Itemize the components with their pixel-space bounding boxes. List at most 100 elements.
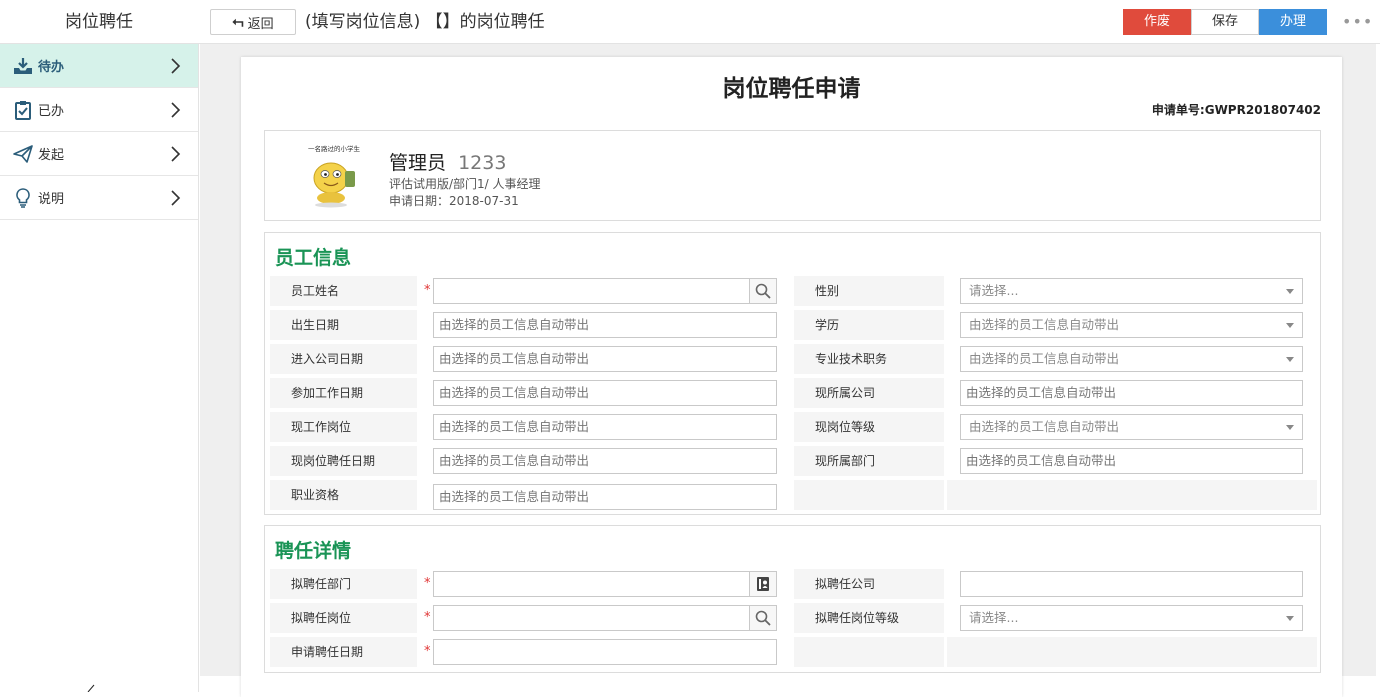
current-position-input[interactable]: 由选择的员工信息自动带出 [433, 414, 777, 440]
field-label: 职业资格 [270, 480, 417, 510]
form-row: 现工作岗位 由选择的员工信息自动带出 现岗位等级 由选择的员工信息自动带出 [270, 412, 1317, 442]
empty-cell [947, 480, 1317, 510]
form-row: 拟聘任岗位 * 拟聘任岗位等级 请选择... [270, 603, 1317, 633]
field-label: 现所属公司 [794, 378, 944, 408]
application-number: 申请单号:GWPR201807402 [1151, 103, 1321, 117]
select-placeholder: 请选择... [969, 610, 1019, 625]
field-label: 拟聘任岗位 [270, 603, 417, 633]
empty-cell [947, 637, 1317, 667]
empty-cell [794, 637, 944, 667]
back-button[interactable]: ⮢ 返回 [210, 9, 296, 35]
applicant-name-line: 管理员 1233 [389, 148, 506, 175]
handle-button[interactable]: 办理 [1259, 9, 1327, 35]
current-dept-input[interactable]: 由选择的员工信息自动带出 [960, 448, 1303, 474]
empty-cell [794, 480, 944, 510]
sidebar: 待办 已办 发起 说明 [0, 44, 199, 692]
section-title: 员工信息 [275, 247, 352, 269]
search-icon [755, 610, 771, 626]
app-title: 岗位聘任 [65, 12, 133, 32]
field-label: 参加工作日期 [270, 378, 417, 408]
back-button-label: 返回 [247, 16, 274, 32]
select-placeholder: 由选择的员工信息自动带出 [969, 317, 1120, 332]
sidebar-item-done[interactable]: 已办 [0, 88, 198, 132]
chevron-right-icon [171, 190, 181, 206]
form-row: 拟聘任部门 * 拟聘任公司 [270, 569, 1317, 599]
more-options-button[interactable]: ••• [1342, 9, 1372, 35]
select-placeholder: 请选择... [969, 283, 1019, 298]
chevron-right-icon [171, 146, 181, 162]
void-button[interactable]: 作废 [1123, 9, 1191, 35]
sidebar-item-label: 发起 [38, 148, 65, 163]
field-label: 拟聘任部门 [270, 569, 417, 599]
sidebar-item-help[interactable]: 说明 [0, 176, 198, 220]
apply-date-input[interactable] [433, 639, 777, 665]
field-label: 进入公司日期 [270, 344, 417, 374]
back-arrow-icon: ⮢ [232, 14, 244, 30]
form-row: 员工姓名 * 性别 请选择... [270, 276, 1317, 306]
field-label: 现岗位聘任日期 [270, 446, 417, 476]
search-icon [755, 283, 771, 299]
dropdown-caret-icon [1286, 616, 1294, 621]
form-row: 职业资格 由选择的员工信息自动带出 [270, 480, 1317, 510]
applicant-id: 1233 [458, 152, 507, 174]
sidebar-item-label: 待办 [38, 60, 65, 75]
mouse-cursor-icon [87, 684, 95, 692]
qualification-input[interactable]: 由选择的员工信息自动带出 [433, 484, 777, 510]
application-date: 申请日期：2018-07-31 [389, 194, 519, 208]
position-search-button[interactable] [749, 606, 776, 630]
current-company-input[interactable]: 由选择的员工信息自动带出 [960, 380, 1303, 406]
gender-select[interactable]: 请选择... [960, 278, 1303, 304]
target-position-input[interactable] [433, 605, 777, 631]
dept-picker-button[interactable] [749, 572, 776, 596]
employee-name-input[interactable] [433, 278, 777, 304]
sidebar-item-label: 已办 [38, 104, 65, 119]
field-label: 拟聘任岗位等级 [794, 603, 944, 633]
sidebar-item-label: 说明 [38, 192, 65, 207]
field-label: 出生日期 [270, 310, 417, 340]
current-level-select[interactable]: 由选择的员工信息自动带出 [960, 414, 1303, 440]
clipboard-check-icon [12, 99, 34, 121]
section-title: 聘任详情 [275, 540, 352, 562]
birth-date-input[interactable]: 由选择的员工信息自动带出 [433, 312, 777, 338]
top-bar: 岗位聘任 ⮢ 返回 (填写岗位信息) 【】的岗位聘任 作废 保存 办理 ••• [0, 0, 1380, 44]
chevron-right-icon [171, 58, 181, 74]
applicant-name: 管理员 [389, 152, 447, 174]
paper-plane-icon [12, 143, 34, 165]
field-label: 申请聘任日期 [270, 637, 417, 667]
sidebar-item-todo[interactable]: 待办 [0, 44, 198, 88]
select-placeholder: 由选择的员工信息自动带出 [969, 419, 1120, 434]
target-dept-input[interactable] [433, 571, 777, 597]
required-mark: * [424, 644, 431, 659]
current-hire-date-input[interactable]: 由选择的员工信息自动带出 [433, 448, 777, 474]
field-label: 专业技术职务 [794, 344, 944, 374]
education-select[interactable]: 由选择的员工信息自动带出 [960, 312, 1303, 338]
action-buttons: 作废 保存 办理 [1123, 9, 1327, 35]
field-label: 性别 [794, 276, 944, 306]
employee-info-section: 员工信息 员工姓名 * 性别 请选择... 出生日期 由选择的员工信息自动带出 … [264, 232, 1321, 515]
sidebar-item-start[interactable]: 发起 [0, 132, 198, 176]
hire-detail-section: 聘任详情 拟聘任部门 * 拟聘任公司 拟聘任岗位 * 拟聘任岗位等级 请选择..… [264, 525, 1321, 673]
chevron-right-icon [171, 102, 181, 118]
required-mark: * [424, 576, 431, 591]
target-level-select[interactable]: 请选择... [960, 605, 1303, 631]
form-row: 参加工作日期 由选择的员工信息自动带出 现所属公司 由选择的员工信息自动带出 [270, 378, 1317, 408]
join-date-input[interactable]: 由选择的员工信息自动带出 [433, 346, 777, 372]
dropdown-caret-icon [1286, 289, 1294, 294]
field-label: 拟聘任公司 [794, 569, 944, 599]
employee-search-button[interactable] [749, 279, 776, 303]
scrollbar-track[interactable] [1376, 44, 1380, 676]
save-button[interactable]: 保存 [1191, 9, 1259, 35]
address-book-icon [757, 577, 769, 591]
field-label: 现岗位等级 [794, 412, 944, 442]
form-row: 现岗位聘任日期 由选择的员工信息自动带出 现所属部门 由选择的员工信息自动带出 [270, 446, 1317, 476]
applicant-card: 一名路过的小学生 管理员 1233 评估试用版/部门1/ 人事经理 申请日期：2… [264, 130, 1321, 221]
inbox-icon [12, 55, 34, 77]
work-start-date-input[interactable]: 由选择的员工信息自动带出 [433, 380, 777, 406]
field-label: 员工姓名 [270, 276, 417, 306]
tech-title-select[interactable]: 由选择的员工信息自动带出 [960, 346, 1303, 372]
target-company-input[interactable] [960, 571, 1303, 597]
select-placeholder: 由选择的员工信息自动带出 [969, 351, 1120, 366]
avatar: 一名路过的小学生 [308, 144, 361, 208]
field-label: 现所属部门 [794, 446, 944, 476]
form-paper: 岗位聘任申请 申请单号:GWPR201807402 一名路过的小学生 管理员 1… [241, 57, 1342, 697]
